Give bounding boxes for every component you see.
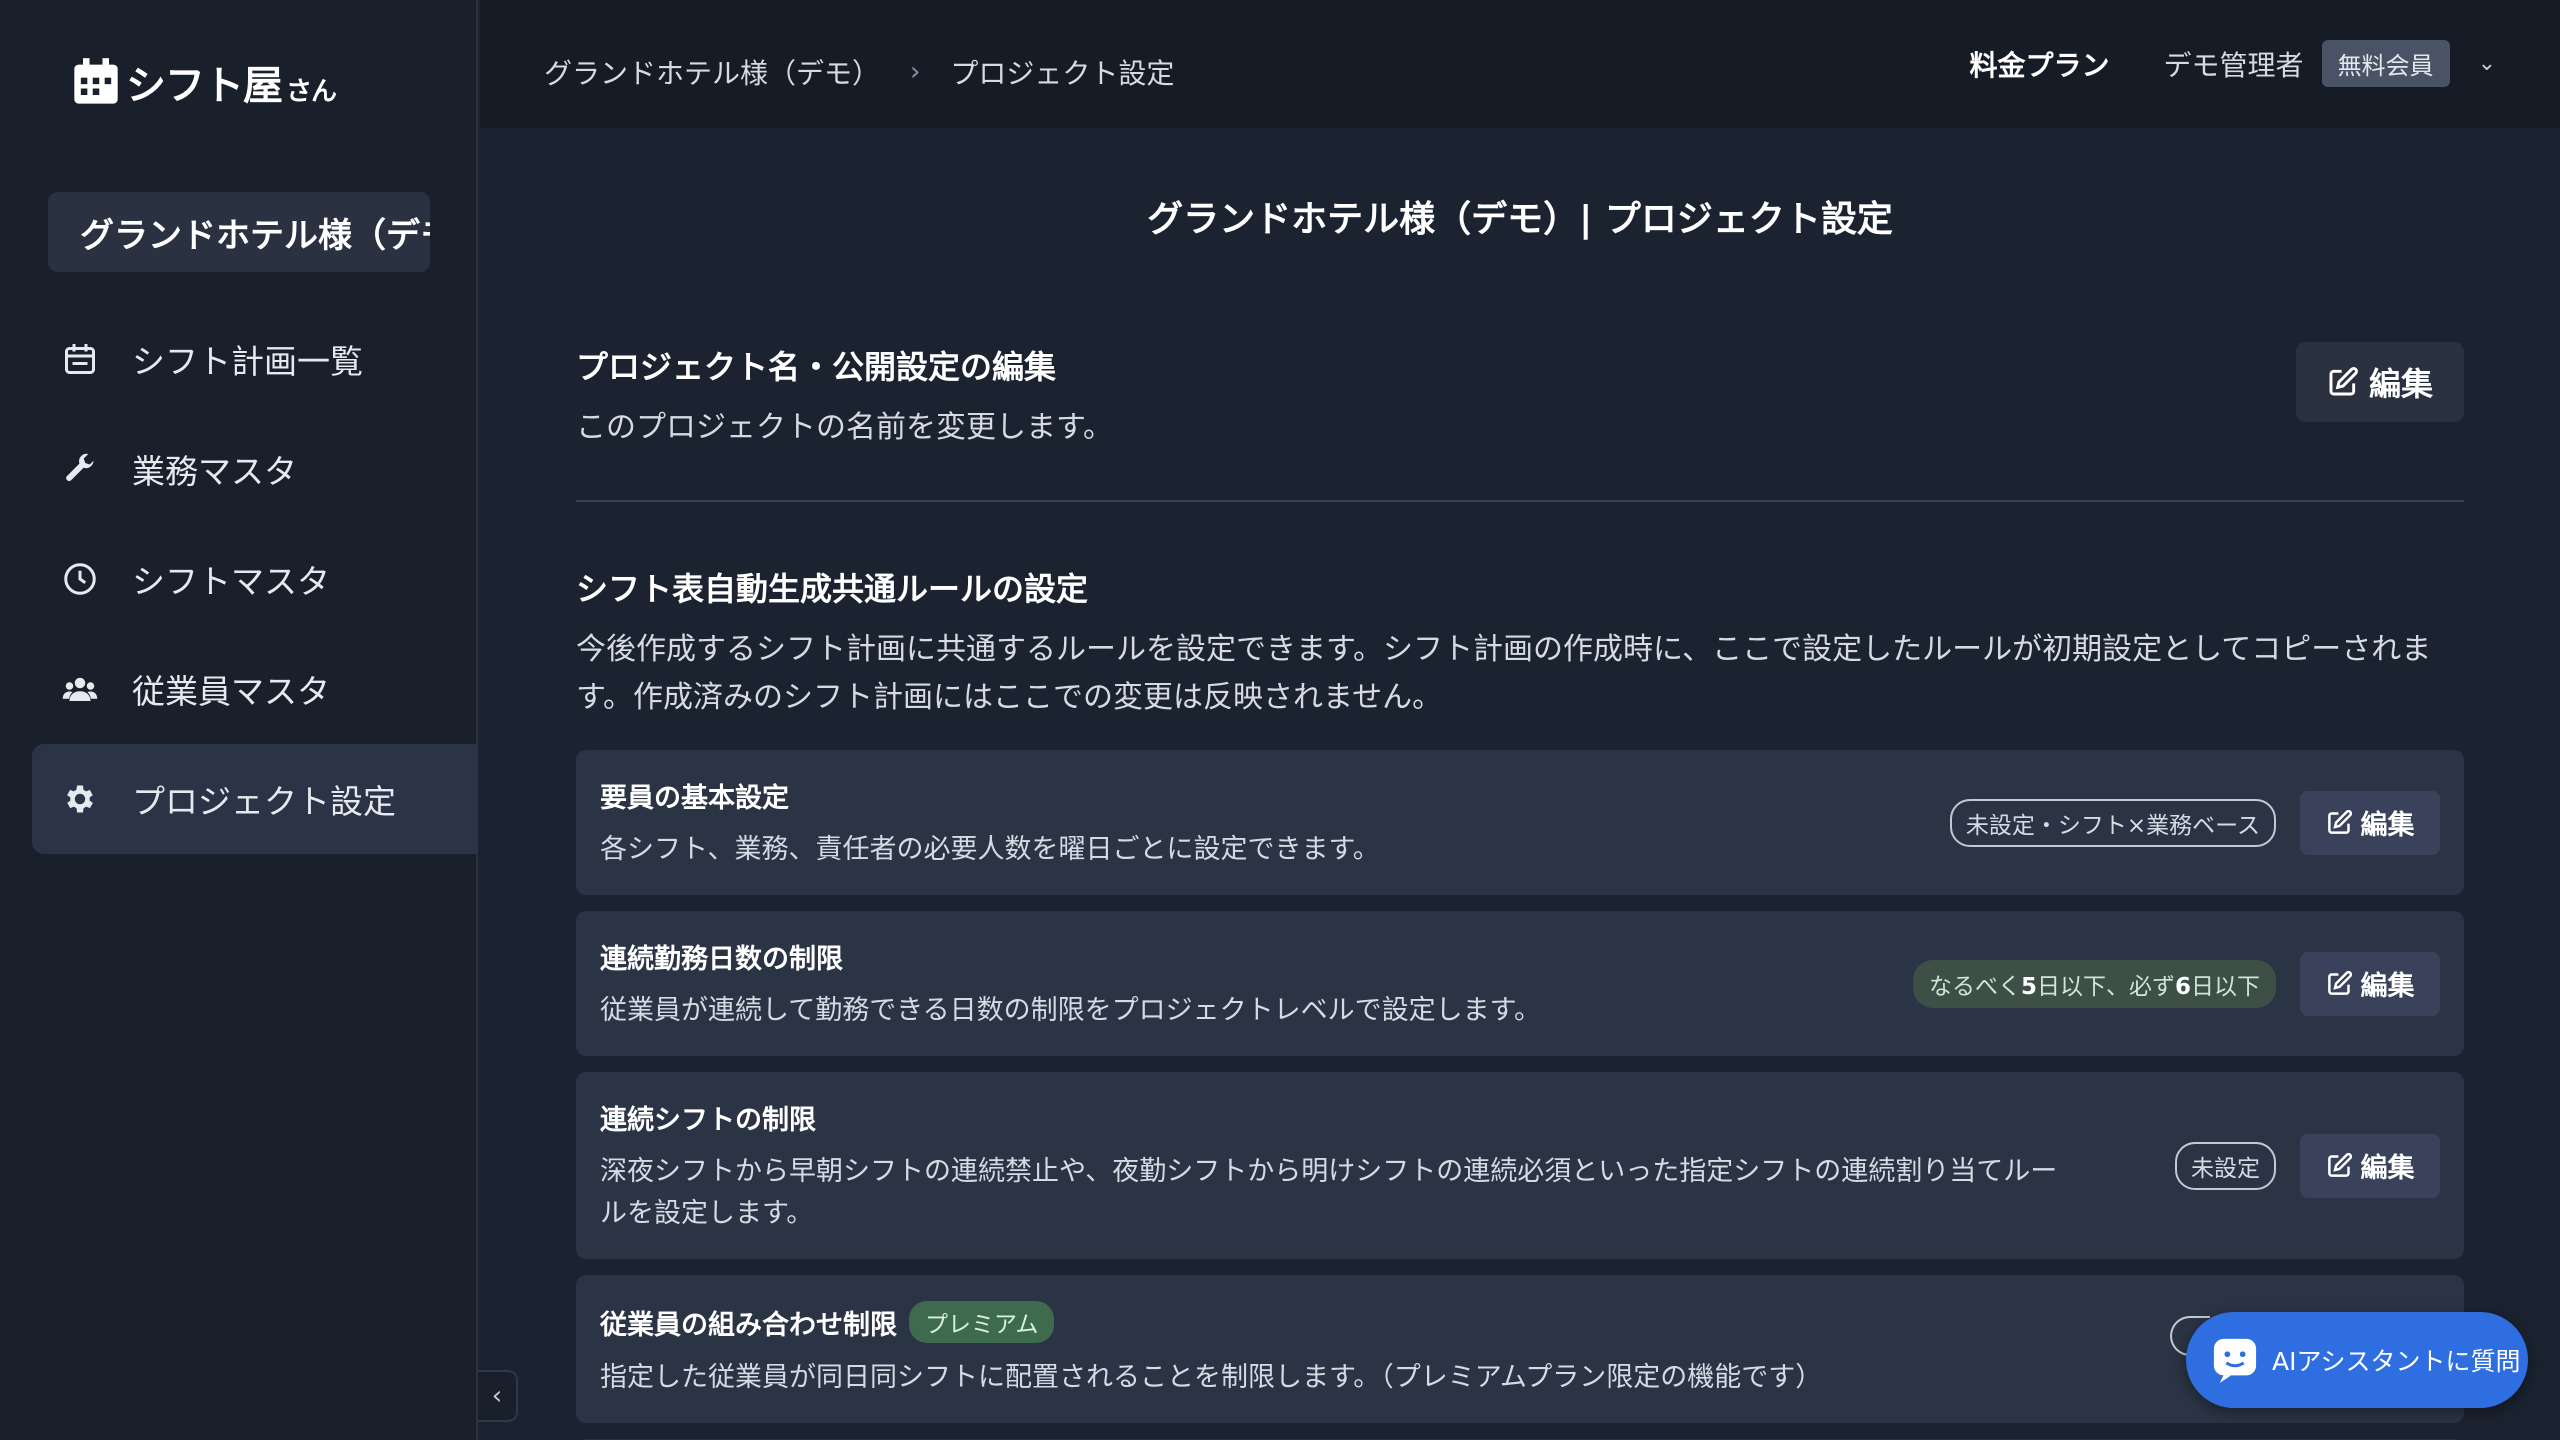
card-actions: なるべく5日以下、必ず6日以下 編集 bbox=[1912, 951, 2440, 1016]
status-num1: 5 bbox=[2020, 973, 2037, 1000]
chevron-left-icon: ‹ bbox=[491, 1381, 503, 1411]
sidebar-item-label: シフト計画一覧 bbox=[132, 342, 363, 381]
breadcrumb-separator-icon: › bbox=[910, 57, 921, 87]
rule-card-staffing: 要員の基本設定 各シフト、業務、責任者の必要人数を曜日ごとに設定できます。 未設… bbox=[576, 750, 2464, 895]
wrench-icon bbox=[66, 453, 94, 481]
card-title-text: 要員の基本設定 bbox=[600, 783, 789, 814]
card-title-text: 連続シフトの制限 bbox=[600, 1105, 816, 1136]
edit-label: 編集 bbox=[2360, 1153, 2415, 1184]
rules-heading: シフト表自動生成共通ルールの設定 bbox=[576, 570, 1089, 608]
chevron-down-icon[interactable]: ⌄ bbox=[2478, 51, 2496, 76]
sidebar-item-label: 従業員マスタ bbox=[132, 672, 330, 711]
status-prefix: なるべく bbox=[1928, 973, 2021, 1000]
membership-badge: 無料会員 bbox=[2321, 40, 2450, 87]
sidebar-item-employee-master[interactable]: 従業員マスタ bbox=[32, 634, 478, 744]
edit-icon bbox=[2327, 970, 2352, 995]
status-badge: なるべく5日以下、必ず6日以下 bbox=[1912, 959, 2276, 1008]
logo-text: シフト屋 bbox=[126, 63, 283, 109]
edit-label: 編集 bbox=[2368, 365, 2433, 403]
users-icon bbox=[62, 677, 98, 701]
status-mid: 日以下、必ず bbox=[2036, 973, 2175, 1000]
app-logo[interactable]: シフト屋 さん bbox=[70, 52, 337, 112]
card-title: 要員の基本設定 bbox=[600, 776, 2084, 815]
sidebar-item-shift-plans[interactable]: シフト計画一覧 bbox=[32, 304, 478, 414]
project-name-section: プロジェクト名・公開設定の編集 このプロジェクトの名前を変更します。 編集 bbox=[576, 342, 2464, 452]
sidebar-nav: シフト計画一覧 業務マスタ シフトマスタ 従業員マスタ プロジェクト設定 bbox=[32, 304, 478, 854]
topbar-right: 料金プラン デモ管理者 無料会員 ⌄ bbox=[1970, 40, 2496, 87]
rules-description: 今後作成するシフト計画に共通するルールを設定できます。シフト計画の作成時に、ここ… bbox=[576, 632, 2432, 715]
sidebar-item-label: 業務マスタ bbox=[132, 452, 297, 491]
card-description: 指定した従業員が同日同シフトに配置されることを制限します。（プレミアムプラン限定… bbox=[600, 1362, 1823, 1393]
edit-consecutive-days-button[interactable]: 編集 bbox=[2300, 951, 2440, 1016]
user-name[interactable]: デモ管理者 bbox=[2164, 44, 2304, 84]
clock-icon bbox=[64, 563, 96, 595]
pricing-plan-link[interactable]: 料金プラン bbox=[1970, 44, 2110, 84]
card-description: 各シフト、業務、責任者の必要人数を曜日ごとに設定できます。 bbox=[600, 834, 1380, 865]
breadcrumb-current: プロジェクト設定 bbox=[950, 57, 1175, 90]
edit-consecutive-shifts-button[interactable]: 編集 bbox=[2300, 1133, 2440, 1198]
sidebar-item-shift-master[interactable]: シフトマスタ bbox=[32, 524, 478, 634]
card-title-text: 連続勤務日数の制限 bbox=[600, 944, 843, 975]
section-divider bbox=[576, 500, 2464, 502]
gear-icon bbox=[67, 785, 93, 813]
section-heading: プロジェクト名・公開設定の編集 bbox=[576, 348, 1057, 386]
status-num2: 6 bbox=[2174, 973, 2191, 1000]
sidebar-collapse-button[interactable]: ‹ bbox=[478, 1370, 518, 1422]
sidebar-item-task-master[interactable]: 業務マスタ bbox=[32, 414, 478, 524]
breadcrumb: グランドホテル様（デモ） › プロジェクト設定 bbox=[544, 52, 1174, 92]
status-suffix: 日以下 bbox=[2191, 973, 2260, 1000]
edit-staffing-button[interactable]: 編集 bbox=[2300, 790, 2440, 855]
page-title: グランドホテル様（デモ）| プロジェクト設定 bbox=[1147, 199, 1893, 240]
sidebar: シフト屋さん グランドホテル様（デモ） シフト計画一覧 業務マスタ シフトマスタ bbox=[0, 0, 478, 1440]
calendar-logo-icon bbox=[74, 58, 118, 104]
card-title: 連続勤務日数の制限 bbox=[600, 937, 2084, 976]
sidebar-item-label: シフトマスタ bbox=[132, 562, 330, 601]
card-actions: 未設定 編集 bbox=[2175, 1133, 2440, 1198]
section-description: このプロジェクトの名前を変更します。 bbox=[576, 410, 1113, 445]
edit-icon bbox=[2327, 809, 2352, 834]
edit-label: 編集 bbox=[2360, 971, 2415, 1002]
card-description: 深夜シフトから早朝シフトの連続禁止や、夜勤シフトから明けシフトの連続必須といった… bbox=[600, 1156, 2058, 1229]
sidebar-item-project-settings[interactable]: プロジェクト設定 bbox=[32, 744, 478, 854]
ai-assistant-button[interactable]: AIアシスタントに質問 bbox=[2186, 1312, 2528, 1408]
project-selector[interactable]: グランドホテル様（デモ） bbox=[48, 192, 430, 272]
sidebar-item-label: プロジェクト設定 bbox=[132, 782, 396, 821]
status-badge: 未設定 bbox=[2175, 1141, 2276, 1190]
rule-card-consecutive-days: 連続勤務日数の制限 従業員が連続して勤務できる日数の制限をプロジェクトレベルで設… bbox=[576, 911, 2464, 1056]
premium-badge: プレミアム bbox=[909, 1301, 1055, 1343]
edit-label: 編集 bbox=[2360, 810, 2415, 841]
ai-assistant-label: AIアシスタントに質問 bbox=[2272, 1347, 2521, 1376]
topbar: グランドホテル様（デモ） › プロジェクト設定 料金プラン デモ管理者 無料会員… bbox=[480, 0, 2560, 128]
edit-project-button[interactable]: 編集 bbox=[2296, 342, 2464, 422]
main-content: グランドホテル様（デモ）| プロジェクト設定 プロジェクト名・公開設定の編集 こ… bbox=[576, 128, 2464, 1440]
card-title: 従業員の組み合わせ制限 プレミアム bbox=[600, 1301, 2084, 1343]
breadcrumb-project[interactable]: グランドホテル様（デモ） bbox=[544, 52, 880, 92]
edit-icon bbox=[2327, 1152, 2352, 1177]
calendar-icon bbox=[65, 344, 95, 374]
card-description: 従業員が連続して勤務できる日数の制限をプロジェクトレベルで設定します。 bbox=[600, 995, 1541, 1026]
logo-suffix: さん bbox=[286, 76, 337, 107]
card-actions: 未設定・シフト×業務ベース 編集 bbox=[1949, 790, 2440, 855]
chat-icon bbox=[2213, 1338, 2257, 1383]
card-title: 連続シフトの制限 bbox=[600, 1098, 2084, 1137]
edit-icon bbox=[2329, 367, 2358, 396]
card-title-text: 従業員の組み合わせ制限 bbox=[600, 1309, 897, 1341]
status-badge: 未設定・シフト×業務ベース bbox=[1949, 798, 2276, 847]
rule-card-consecutive-shifts: 連続シフトの制限 深夜シフトから早朝シフトの連続禁止や、夜勤シフトから明けシフト… bbox=[576, 1072, 2464, 1259]
